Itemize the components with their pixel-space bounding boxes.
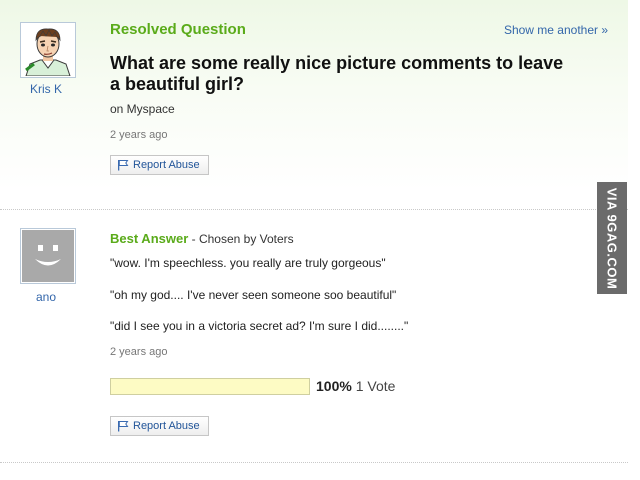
question-section: Kris K Resolved Question Show me another… — [0, 0, 628, 196]
answerer-name[interactable]: ano — [18, 290, 74, 304]
question-timestamp: 2 years ago — [110, 129, 168, 141]
answerer-avatar[interactable] — [20, 228, 76, 284]
question-title-line2: a beautiful girl? — [110, 74, 245, 94]
chosen-by-label: - Chosen by Voters — [188, 232, 294, 246]
vote-percent: 100% — [316, 378, 352, 394]
best-answer-header: Best Answer - Chosen by Voters — [110, 231, 294, 246]
question-title-line1: What are some really nice picture commen… — [110, 53, 564, 73]
flag-icon — [118, 160, 129, 171]
bottom-divider — [0, 462, 628, 463]
default-smiley-avatar-icon — [22, 230, 74, 282]
answer-line-2: "oh my god.... I've never seen someone s… — [110, 288, 397, 302]
question-report-abuse-button[interactable]: Report Abuse — [110, 155, 209, 175]
vote-bar-fill — [111, 379, 309, 394]
watermark-badge: VIA 9GAG.COM — [597, 182, 627, 294]
best-answer-label: Best Answer — [110, 231, 189, 246]
flag-icon — [118, 421, 129, 432]
page-right-margin — [628, 0, 640, 480]
answer-timestamp: 2 years ago — [110, 346, 168, 358]
cartoon-boy-avatar-icon — [22, 24, 74, 77]
answer-line-3: "did I see you in a victoria secret ad? … — [110, 319, 409, 333]
asker-name[interactable]: Kris K — [18, 82, 74, 96]
vote-bar — [110, 378, 310, 395]
vote-count: 1 Vote — [355, 378, 396, 394]
watermark-text: VIA 9GAG.COM — [604, 187, 620, 289]
show-another-link[interactable]: Show me another » — [504, 23, 608, 37]
question-title: What are some really nice picture commen… — [110, 53, 610, 95]
resolved-question-label: Resolved Question — [110, 21, 246, 38]
vote-summary: 100% 1 Vote — [316, 378, 395, 394]
asker-avatar[interactable] — [20, 22, 76, 78]
section-divider — [0, 209, 628, 210]
question-report-abuse-label: Report Abuse — [133, 159, 200, 171]
answer-report-abuse-label: Report Abuse — [133, 420, 200, 432]
answer-line-1: "wow. I'm speechless. you really are tru… — [110, 256, 386, 270]
answer-report-abuse-button[interactable]: Report Abuse — [110, 416, 209, 436]
question-detail: on Myspace — [110, 102, 175, 116]
